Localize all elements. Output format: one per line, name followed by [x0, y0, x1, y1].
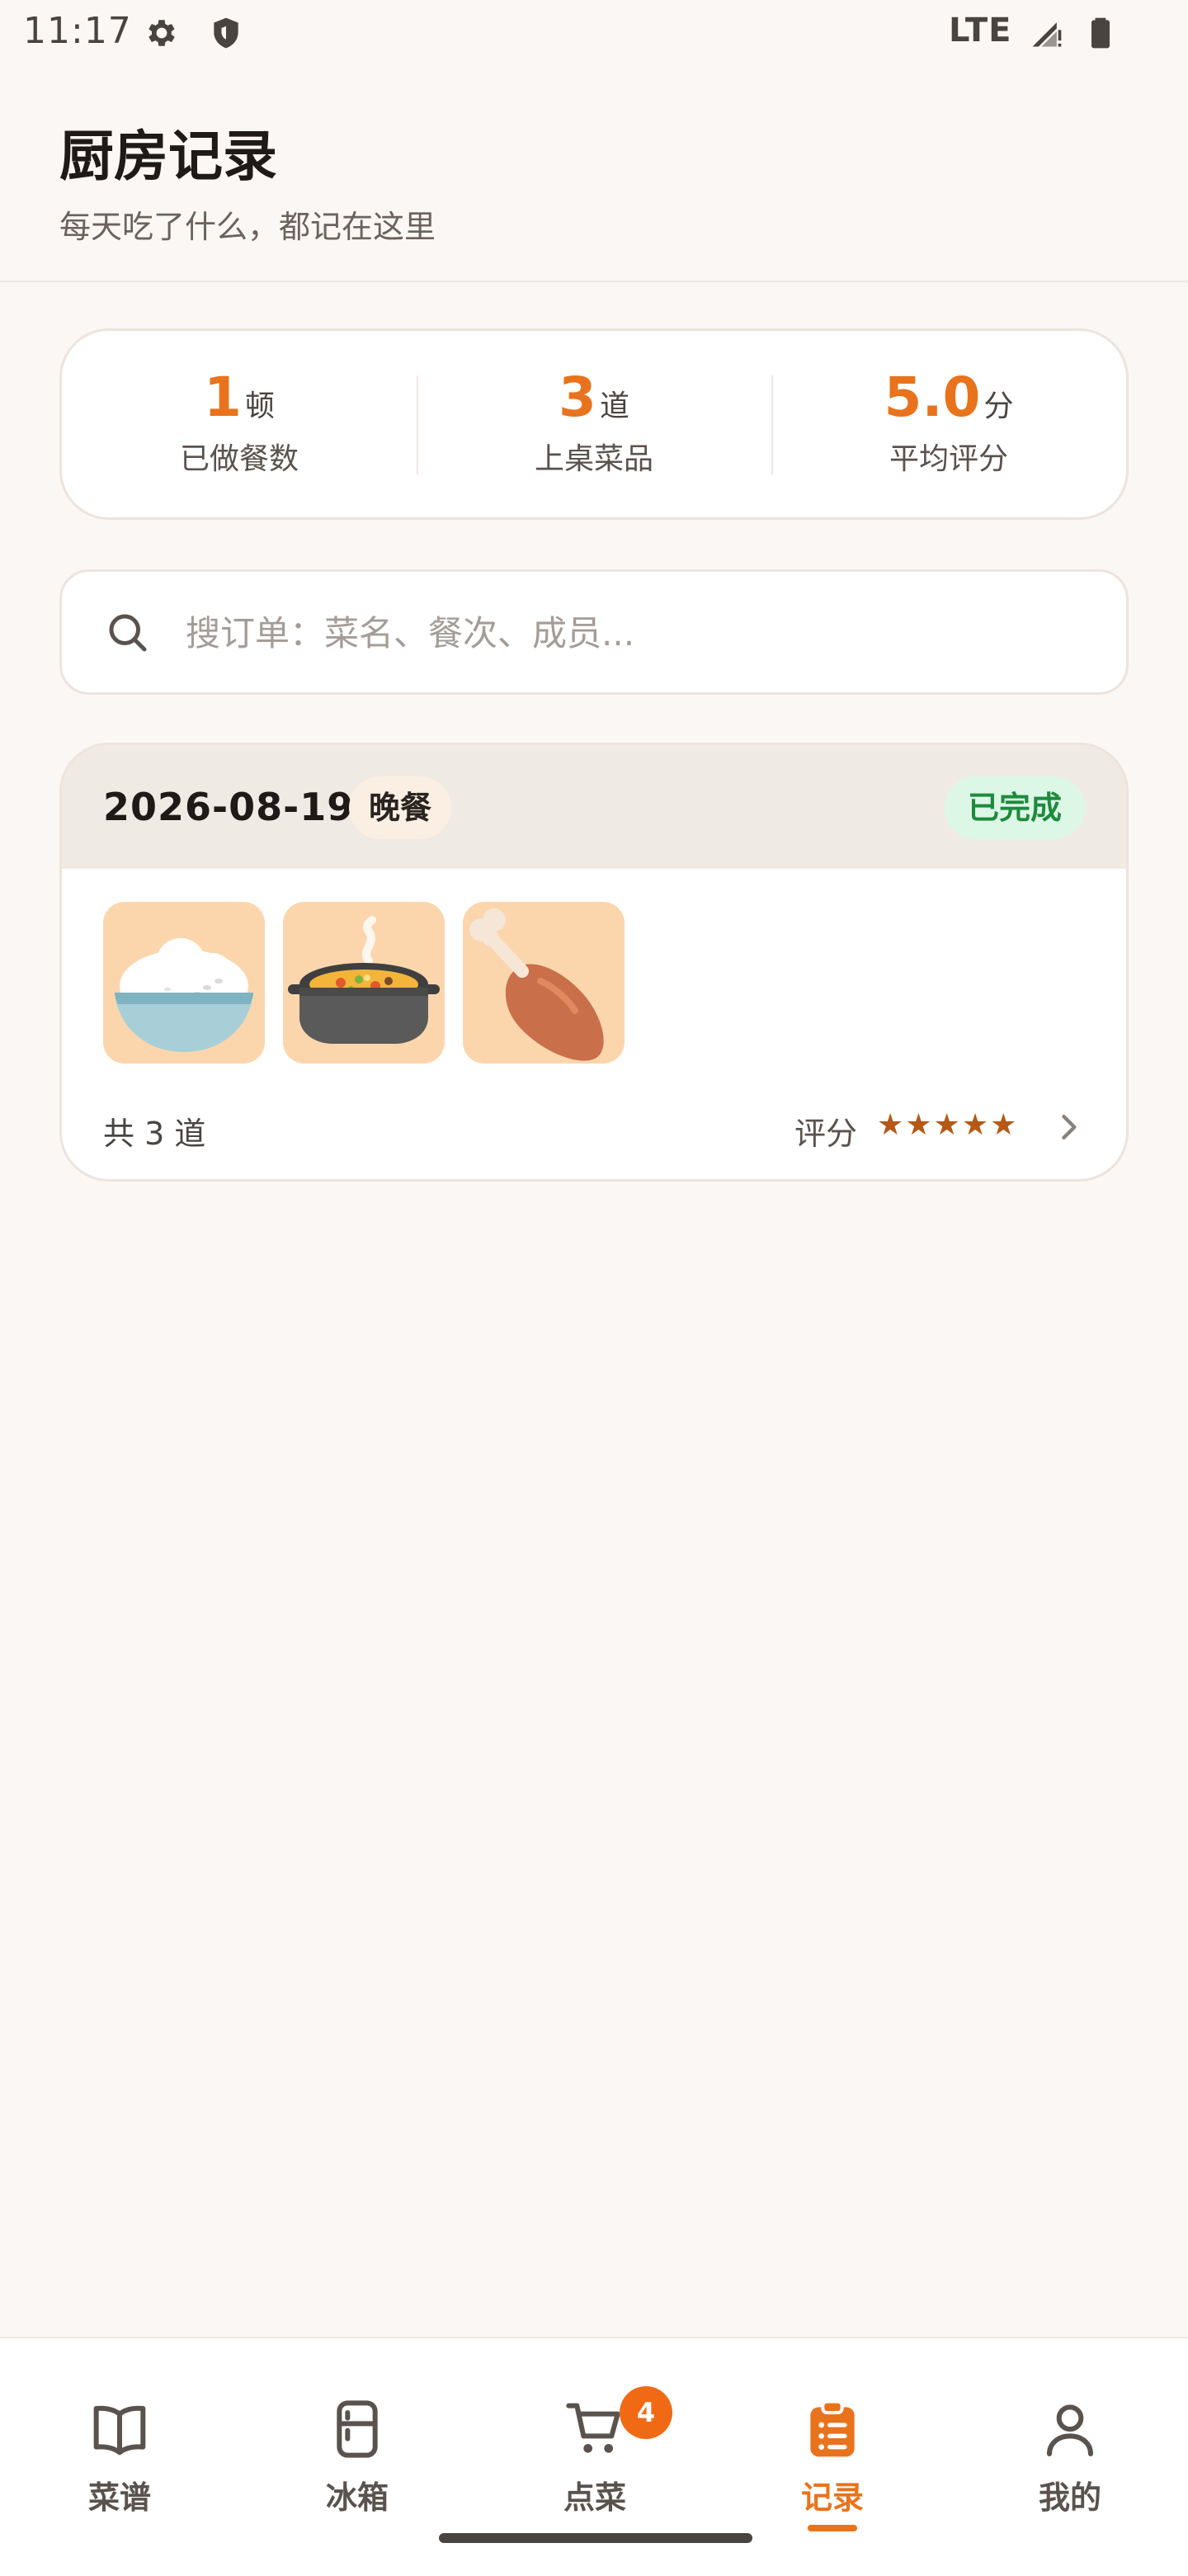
- page-header: 厨房记录 每天吃了什么，都记在这里: [0, 99, 1188, 282]
- battery-icon: [1091, 17, 1110, 49]
- stat-unit: 道: [599, 389, 629, 423]
- home-indicator[interactable]: [439, 2533, 752, 2543]
- order-date: 2026-08-19: [103, 785, 355, 829]
- order-card[interactable]: 2026-08-19 晚餐 已完成 共 3 道 评分 ★★★★★: [59, 743, 1129, 1182]
- dish-thumb[interactable]: [283, 902, 445, 1064]
- order-card-header: 2026-08-19 晚餐 已完成: [62, 745, 1126, 869]
- stat-value: 3: [559, 366, 596, 429]
- dish-count: 共 3 道: [103, 1116, 206, 1152]
- stats-card: 1顿 已做餐数 3道 上桌菜品 5.0 分 平均评分: [59, 328, 1129, 520]
- user-icon: [1047, 2404, 1093, 2456]
- nav-label: 我的: [1038, 2479, 1101, 2516]
- network-type: LTE: [949, 12, 1012, 50]
- dish-thumbnails: [103, 902, 625, 1064]
- dish-thumb[interactable]: [103, 902, 265, 1064]
- search-input[interactable]: [186, 597, 1077, 669]
- nav-label: 冰箱: [325, 2479, 389, 2516]
- chevron-right-icon[interactable]: [1050, 1106, 1087, 1148]
- nav-label: 记录: [800, 2479, 864, 2516]
- stat-unit: 顿: [244, 389, 275, 423]
- dish-thumb[interactable]: [463, 902, 625, 1064]
- signal-icon: [1032, 22, 1062, 47]
- stat-label: 上桌菜品: [534, 442, 653, 476]
- search-icon: [109, 614, 147, 652]
- stat-label: 已做餐数: [179, 442, 299, 476]
- stew-pot-icon: [288, 916, 440, 1044]
- rating-label: 评分: [794, 1116, 858, 1152]
- status-badge: 已完成: [945, 776, 1085, 839]
- nav-label: 菜谱: [87, 2479, 151, 2516]
- nav-item-recipes[interactable]: 菜谱: [37, 2371, 202, 2536]
- status-bar: 11:17 LTE: [0, 0, 1188, 66]
- clipboard-icon: [810, 2399, 855, 2457]
- shield-icon: [214, 17, 238, 49]
- status-time: 11:17: [23, 10, 132, 52]
- stat-value: 1: [204, 366, 242, 429]
- rice-bowl-icon: [115, 938, 253, 1052]
- nav-item-fridge[interactable]: 冰箱: [275, 2371, 440, 2536]
- gear-icon: [148, 20, 175, 46]
- book-icon: [93, 2405, 146, 2456]
- rating-stars: ★★★★★: [877, 1108, 1019, 1142]
- active-tab-indicator: [808, 2525, 857, 2531]
- nav-label: 点菜: [563, 2479, 626, 2516]
- nav-item-profile[interactable]: 我的: [988, 2371, 1153, 2536]
- cart-count-badge: 4: [620, 2386, 672, 2439]
- fridge-icon: [337, 2400, 378, 2458]
- stat-unit: 分: [983, 389, 1014, 423]
- stat-meals: 1顿 已做餐数: [62, 331, 417, 517]
- meal-badge: 晚餐: [349, 776, 451, 839]
- cart-icon: [566, 2403, 620, 2453]
- drumstick-icon: [469, 908, 604, 1061]
- page-subtitle: 每天吃了什么，都记在这里: [59, 209, 436, 245]
- stat-rating: 5.0 分 平均评分: [771, 331, 1126, 517]
- nav-item-records[interactable]: 记录: [750, 2371, 915, 2536]
- stat-dishes: 3道 上桌菜品: [417, 331, 771, 517]
- stat-value: 5.0: [884, 366, 981, 429]
- page-title: 厨房记录: [59, 125, 277, 188]
- stat-label: 平均评分: [889, 442, 1008, 476]
- search-box[interactable]: [59, 569, 1129, 695]
- nav-item-order[interactable]: 4 点菜: [512, 2371, 677, 2536]
